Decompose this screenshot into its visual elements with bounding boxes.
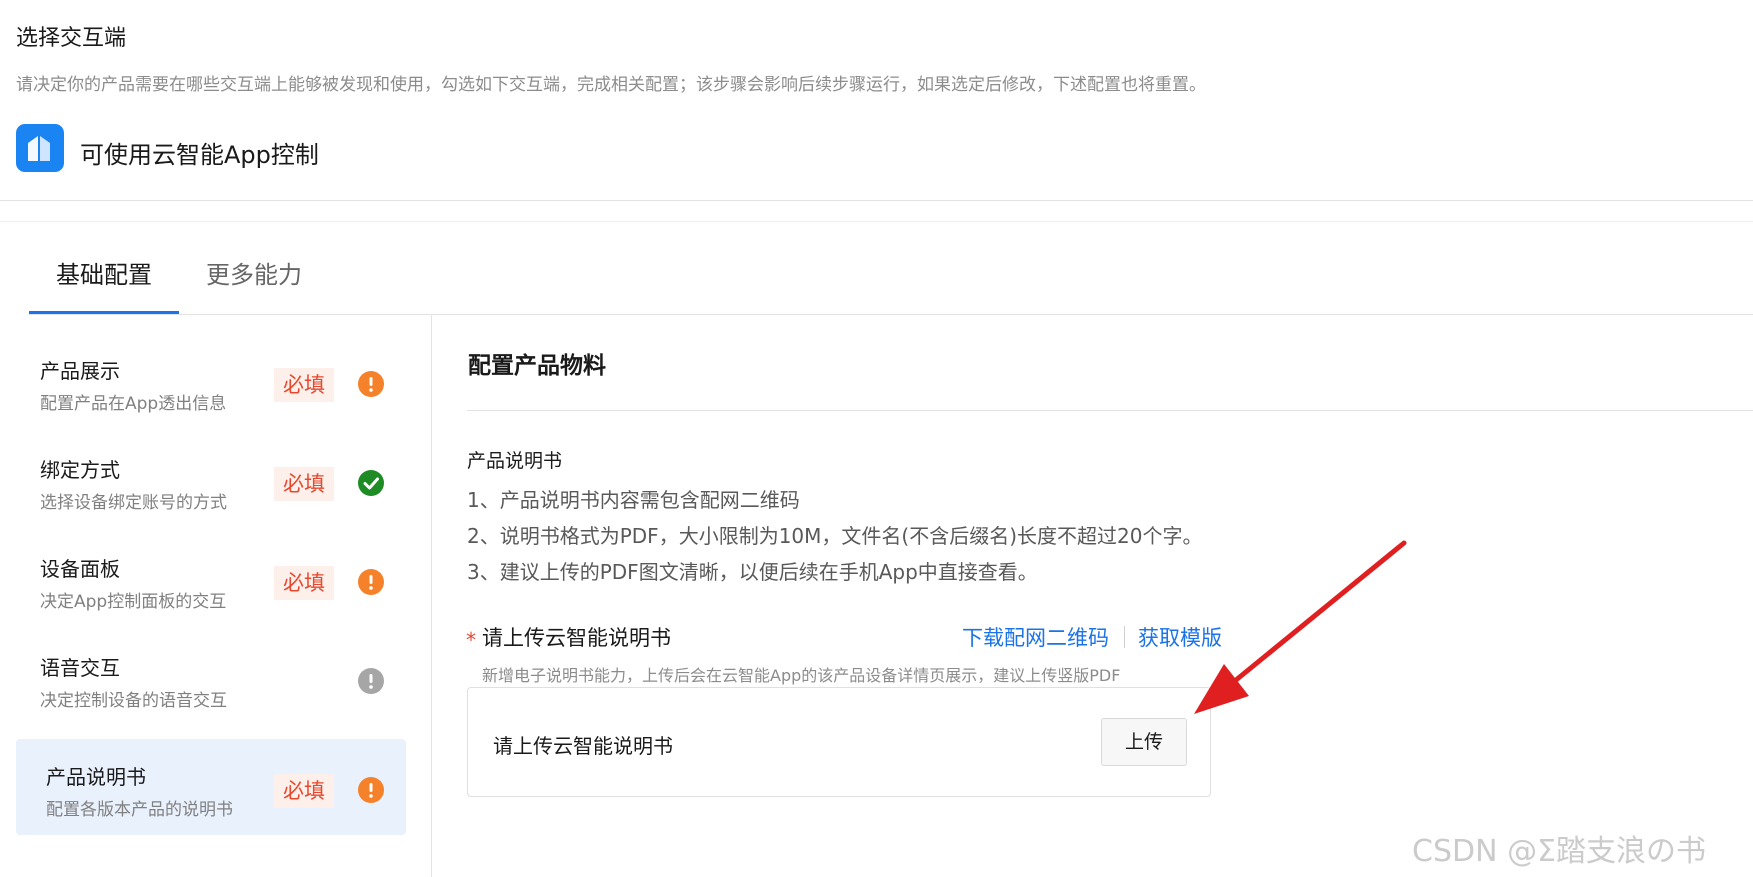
sidebar-item-title: 产品说明书 <box>46 765 146 789</box>
sidebar-item-subtitle: 配置产品在App透出信息 <box>40 394 227 414</box>
upload-field-label: 请上传云智能说明书 <box>482 626 671 650</box>
required-badge: 必填 <box>274 566 334 600</box>
download-qr-link[interactable]: 下载配网二维码 <box>962 622 1109 652</box>
check-icon <box>358 470 384 496</box>
required-asterisk: * <box>466 628 476 652</box>
link-separator <box>1124 626 1125 648</box>
sidebar-item-product-display[interactable]: 产品展示 配置产品在App透出信息 必填 <box>16 333 406 429</box>
manual-rule: 1、产品说明书内容需包含配网二维码 <box>467 488 800 512</box>
watermark: CSDN @Σ踏支浪の书 <box>1412 834 1707 869</box>
sidebar-item-subtitle: 决定控制设备的语音交互 <box>40 691 227 711</box>
tab-more-capabilities[interactable]: 更多能力 <box>206 255 302 290</box>
sidebar-item-product-manual[interactable]: 产品说明书 配置各版本产品的说明书 必填 <box>16 739 406 835</box>
section-title: 配置产品物料 <box>468 353 606 379</box>
sidebar: 产品展示 配置产品在App透出信息 必填 绑定方式 选择设备绑定账号的方式 必填… <box>0 315 431 877</box>
sidebar-item-device-panel[interactable]: 设备面板 决定App控制面板的交互 必填 <box>16 531 406 627</box>
header-divider-secondary <box>0 221 1753 222</box>
upload-box-text: 请上传云智能说明书 <box>493 734 673 758</box>
sidebar-item-title: 绑定方式 <box>40 458 120 482</box>
red-arrow-annotation <box>1194 540 1407 714</box>
info-icon <box>358 668 384 694</box>
warning-icon <box>358 777 384 803</box>
required-badge: 必填 <box>274 774 334 808</box>
sidebar-item-subtitle: 配置各版本产品的说明书 <box>46 800 233 820</box>
warning-icon <box>358 569 384 595</box>
sidebar-item-title: 设备面板 <box>40 557 120 581</box>
upload-hint: 新增电子说明书能力，上传后会在云智能App的该产品设备详情页展示，建议上传竖版P… <box>482 666 1121 685</box>
warning-icon <box>358 371 384 397</box>
manual-rule: 3、建议上传的PDF图文清晰，以便后续在手机App中直接查看。 <box>467 560 1038 584</box>
app-control-option-label[interactable]: 可使用云智能App控制 <box>80 135 319 170</box>
section-divider <box>467 410 1753 411</box>
house-app-icon[interactable] <box>16 124 64 172</box>
required-badge: 必填 <box>274 368 334 402</box>
sidebar-item-subtitle: 决定App控制面板的交互 <box>40 592 227 612</box>
page-title: 选择交互端 <box>16 26 127 51</box>
page-description: 请决定你的产品需要在哪些交互端上能够被发现和使用，勾选如下交互端，完成相关配置；… <box>16 75 1206 95</box>
manual-rule: 2、说明书格式为PDF，大小限制为10M，文件名(不含后缀名)长度不超过20个字… <box>467 524 1203 548</box>
sidebar-item-title: 产品展示 <box>40 359 120 383</box>
sidebar-item-binding-method[interactable]: 绑定方式 选择设备绑定账号的方式 必填 <box>16 432 406 528</box>
header-divider <box>0 200 1753 201</box>
sidebar-item-title: 语音交互 <box>40 656 120 680</box>
sidebar-item-voice-interaction[interactable]: 语音交互 决定控制设备的语音交互 <box>16 630 406 726</box>
panel-divider <box>431 315 432 877</box>
required-badge: 必填 <box>274 467 334 501</box>
sidebar-item-subtitle: 选择设备绑定账号的方式 <box>40 493 227 513</box>
tab-basic-config[interactable]: 基础配置 <box>56 255 152 290</box>
upload-button[interactable]: 上传 <box>1101 718 1187 766</box>
manual-title: 产品说明书 <box>467 450 563 472</box>
